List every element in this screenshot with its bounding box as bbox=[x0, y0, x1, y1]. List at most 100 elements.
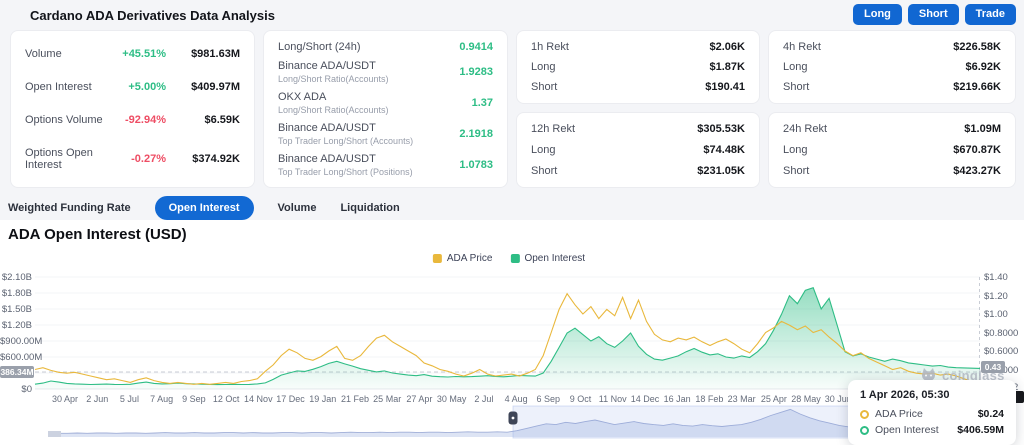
rekt-row: Short$423.27K bbox=[783, 165, 1001, 177]
handle-dot bbox=[512, 417, 515, 420]
x-axis-label: 14 Nov bbox=[244, 394, 273, 404]
header-actions: Long Short Trade bbox=[853, 4, 1016, 25]
rekt-label: 4h Rekt bbox=[783, 41, 927, 53]
open-interest-area bbox=[35, 288, 980, 389]
tab-open-interest[interactable]: Open Interest bbox=[155, 196, 254, 220]
stat-value: $981.63M bbox=[166, 48, 240, 60]
stat-value: $6.59K bbox=[166, 114, 240, 126]
rekt-row: Long$74.48K bbox=[531, 144, 745, 156]
derivatives-dashboard: Cardano ADA Derivatives Data Analysis Lo… bbox=[0, 0, 1024, 445]
stat-percent: -0.27% bbox=[104, 153, 166, 165]
tooltip-date: 1 Apr 2026, 05:30 bbox=[860, 389, 1004, 401]
stat-label: Options Open Interest bbox=[25, 147, 104, 171]
x-axis-label: 16 Jan bbox=[664, 394, 691, 404]
tooltip-series-label: ADA Price bbox=[875, 408, 923, 420]
x-axis-label: 28 May bbox=[791, 394, 821, 404]
rekt-value: $423.27K bbox=[927, 165, 1001, 177]
x-axis-label: 17 Dec bbox=[276, 394, 305, 404]
x-axis-label: 6 Sep bbox=[537, 394, 561, 404]
x-axis-label: 11 Nov bbox=[599, 394, 627, 404]
rekt-row: Long$6.92K bbox=[783, 61, 1001, 73]
page-title: Cardano ADA Derivatives Data Analysis bbox=[30, 8, 275, 23]
ratio-label: Binance ADA/USDT bbox=[278, 122, 441, 134]
trade-action-button-long[interactable]: Long bbox=[853, 4, 902, 25]
rekt-label: Long bbox=[531, 61, 671, 73]
rekt-value: $219.66K bbox=[927, 81, 1001, 93]
x-axis-label: 14 Dec bbox=[631, 394, 660, 404]
stat-row: Options Open Interest-0.27%$374.92K bbox=[25, 147, 240, 171]
left-axis-tick: $1.50B bbox=[0, 304, 32, 315]
rekt-value: $305.53K bbox=[671, 123, 745, 135]
rekt-label: Short bbox=[531, 81, 671, 93]
rekt-label: 1h Rekt bbox=[531, 41, 671, 53]
x-axis-label: 7 Aug bbox=[150, 394, 173, 404]
longshort-ratio-card: Long/Short (24h)0.9414Binance ADA/USDTLo… bbox=[263, 30, 508, 188]
stat-label: Open Interest bbox=[25, 81, 104, 93]
ratio-row: Binance ADA/USDT Long/Short Ratio(Account… bbox=[278, 60, 493, 84]
x-axis-label: 19 Jan bbox=[309, 394, 336, 404]
rekt-label: Short bbox=[783, 81, 927, 93]
ratio-row: OKX ADALong/Short Ratio(Accounts)1.37 bbox=[278, 91, 493, 115]
navigator-left-mask bbox=[48, 431, 61, 437]
x-axis-label: 12 Oct bbox=[213, 394, 240, 404]
left-axis-tick: $900.00M bbox=[0, 336, 32, 347]
stat-percent: +5.00% bbox=[104, 81, 166, 93]
tooltip-row: ADA Price$0.24 bbox=[860, 408, 1004, 420]
rekt-value: $6.92K bbox=[927, 61, 1001, 73]
rekt-label: 12h Rekt bbox=[531, 123, 671, 135]
stat-row: Open Interest+5.00%$409.97M bbox=[25, 81, 240, 93]
x-axis-label: 30 May bbox=[437, 394, 467, 404]
rekt-row: Short$231.05K bbox=[531, 165, 745, 177]
rekt-value: $670.87K bbox=[927, 144, 1001, 156]
trade-action-button-trade[interactable]: Trade bbox=[965, 4, 1016, 25]
rekt-value: $2.06K bbox=[671, 41, 745, 53]
stat-row: Volume+45.51%$981.63M bbox=[25, 48, 240, 60]
tooltip-series-dot bbox=[860, 426, 869, 435]
rekt-label: Long bbox=[783, 144, 927, 156]
x-axis-label: 2 Jul bbox=[474, 394, 493, 404]
tooltip-rows: ADA Price$0.24Open Interest$406.59M bbox=[860, 408, 1004, 436]
price-current-badge: 0.43 bbox=[981, 361, 1005, 373]
rekt-row: Short$190.41 bbox=[531, 81, 745, 93]
ratio-sublabel: Long/Short Ratio(Accounts) bbox=[278, 74, 441, 84]
tab-volume[interactable]: Volume bbox=[278, 202, 317, 214]
right-axis-tick: $1.00 bbox=[984, 309, 1008, 320]
rekt-card-12h: 12h Rekt$305.53K Long$74.48K Short$231.05K bbox=[516, 112, 760, 188]
rekt-row: Long$670.87K bbox=[783, 144, 1001, 156]
right-axis-tick: $0.6000 bbox=[984, 346, 1018, 357]
rekt-row: 12h Rekt$305.53K bbox=[531, 123, 745, 135]
x-axis-label: 27 Apr bbox=[406, 394, 432, 404]
trade-action-button-short[interactable]: Short bbox=[908, 4, 959, 25]
stat-value: $374.92K bbox=[166, 153, 240, 165]
x-axis-label: 25 Apr bbox=[761, 394, 787, 404]
ratio-value: 1.0783 bbox=[441, 159, 493, 171]
left-axis-tick: $1.20B bbox=[0, 320, 32, 331]
stat-label: Options Volume bbox=[25, 114, 104, 126]
right-axis-tick: $1.20 bbox=[984, 291, 1008, 302]
left-axis-tick: $2.10B bbox=[0, 272, 32, 283]
ratio-label: Binance ADA/USDT bbox=[278, 153, 441, 165]
ratio-label: OKX ADA bbox=[278, 91, 441, 103]
rekt-value: $190.41 bbox=[671, 81, 745, 93]
ratio-value: 0.9414 bbox=[441, 41, 493, 53]
rekt-label: 24h Rekt bbox=[783, 123, 927, 135]
tooltip-series-label: Open Interest bbox=[875, 424, 939, 436]
ratio-label: Binance ADA/USDT bbox=[278, 60, 441, 72]
tooltip-series-dot bbox=[860, 410, 869, 419]
rekt-label: Short bbox=[531, 165, 671, 177]
ratio-value: 1.37 bbox=[441, 97, 493, 109]
rekt-row: Long$1.87K bbox=[531, 61, 745, 73]
ratio-row: Binance ADA/USDTTop Trader Long/Short (P… bbox=[278, 153, 493, 177]
ratio-label: Long/Short (24h) bbox=[278, 41, 441, 53]
rekt-card-4h: 4h Rekt$226.58KLong$6.92KShort$219.66K bbox=[768, 30, 1016, 104]
rekt-row: 24h Rekt$1.09M bbox=[783, 123, 1001, 135]
rekt-value: $1.87K bbox=[671, 61, 745, 73]
x-axis-label: 23 Mar bbox=[728, 394, 756, 404]
x-axis-label: 4 Aug bbox=[505, 394, 528, 404]
tab-liquidation[interactable]: Liquidation bbox=[340, 202, 399, 214]
rekt-label: Long bbox=[531, 144, 671, 156]
tab-weighted-funding-rate[interactable]: Weighted Funding Rate bbox=[8, 202, 131, 214]
x-axis-label: 21 Feb bbox=[341, 394, 369, 404]
x-axis-label: 18 Feb bbox=[695, 394, 723, 404]
left-axis-tick: $1.80B bbox=[0, 288, 32, 299]
